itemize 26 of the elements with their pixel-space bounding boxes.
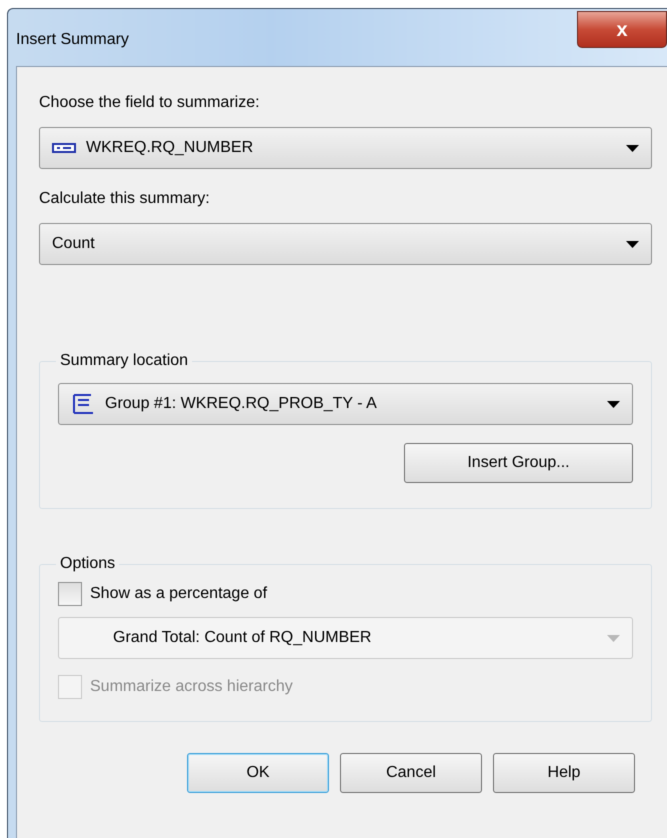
checkbox[interactable] <box>58 582 82 606</box>
checkbox-label: Show as a percentage of <box>90 584 268 604</box>
dialog-button[interactable]: Help <box>493 753 635 793</box>
dropdown-value: Group #1: WKREQ.RQ_PROB_TY - A <box>105 394 378 414</box>
group-icon <box>71 392 95 416</box>
summary-dropdown[interactable]: Count <box>39 223 652 265</box>
window-title: Insert Summary <box>16 30 129 50</box>
dropdown-value: Grand Total: Count of RQ_NUMBER <box>113 628 372 648</box>
close-button[interactable]: x <box>577 11 667 48</box>
caret-icon <box>607 634 620 642</box>
insert-group-button[interactable]: Insert Group... <box>404 443 633 483</box>
group-legend: Options <box>56 552 120 576</box>
dialog-button[interactable]: Cancel <box>340 753 482 793</box>
dropdown-value: Count <box>52 234 96 254</box>
checkbox-label: Summarize across hierarchy <box>90 677 293 697</box>
location-dropdown[interactable]: Group #1: WKREQ.RQ_PROB_TY - A <box>58 383 633 425</box>
caret-icon <box>626 144 639 152</box>
group-legend: Summary location <box>56 349 192 373</box>
field-icon <box>52 143 76 153</box>
caret-icon <box>607 400 620 408</box>
summary-label: Calculate this summary: <box>39 189 211 209</box>
field-dropdown[interactable]: WKREQ.RQ_NUMBER <box>39 127 652 169</box>
caret-icon <box>626 240 639 248</box>
field-label: Choose the field to summarize: <box>39 93 261 113</box>
dropdown-value: WKREQ.RQ_NUMBER <box>86 138 254 158</box>
dialog-button[interactable]: OK <box>187 753 329 793</box>
